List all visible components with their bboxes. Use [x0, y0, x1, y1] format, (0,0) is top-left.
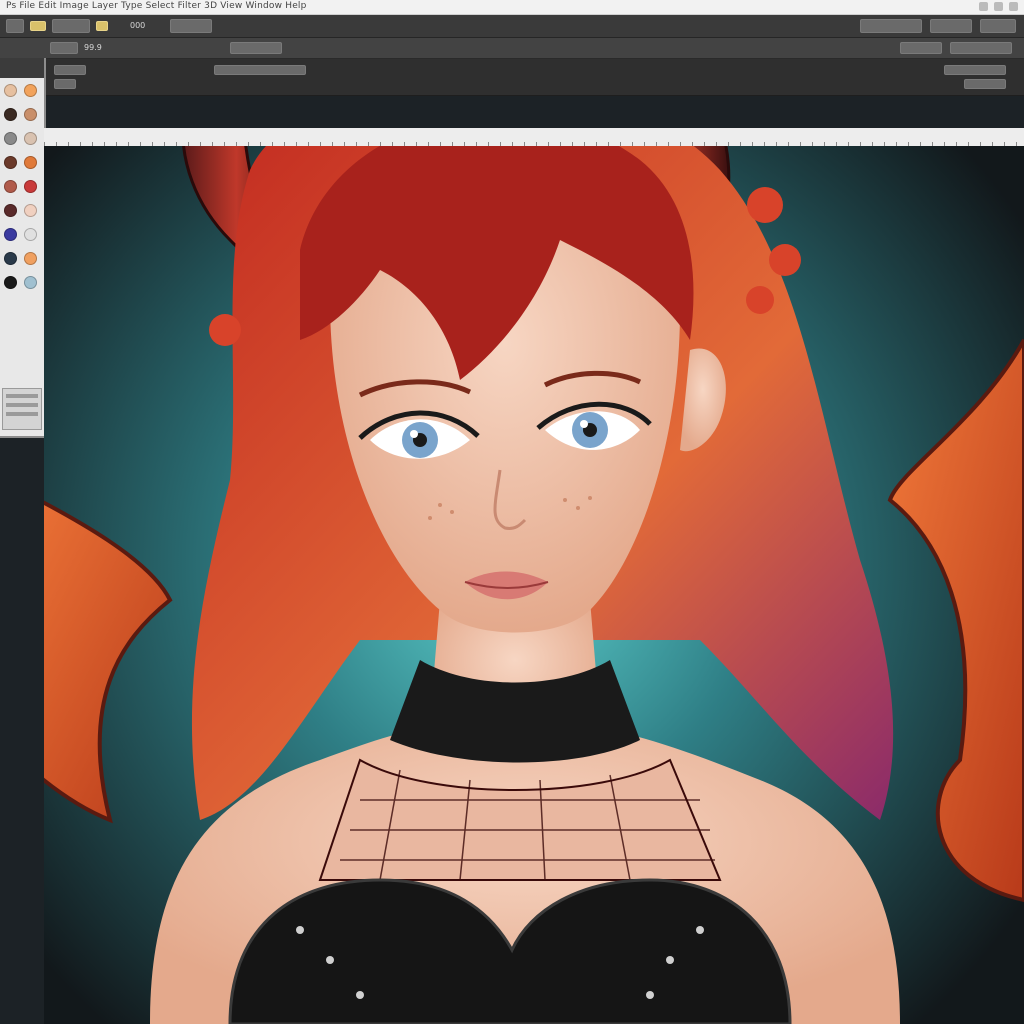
search-icon[interactable] [930, 19, 972, 33]
color-swatch[interactable] [4, 228, 17, 241]
color-swatch[interactable] [24, 204, 37, 217]
editor-window: Ps File Edit Image Layer Type Select Fil… [0, 0, 1024, 1024]
workspace-dropdown[interactable] [860, 19, 922, 33]
color-swatch[interactable] [4, 132, 17, 145]
brush-size-field[interactable] [50, 42, 78, 54]
swatches-panel [0, 58, 46, 438]
color-swatch[interactable] [24, 180, 37, 193]
color-swatch[interactable] [24, 156, 37, 169]
window-title: Ps File Edit Image Layer Type Select Fil… [6, 1, 307, 11]
arrange-button[interactable] [950, 42, 1012, 54]
share-button[interactable] [980, 19, 1016, 33]
color-swatch[interactable] [4, 252, 17, 265]
opacity-readout: 99.9 [84, 43, 102, 52]
flow-field[interactable] [230, 42, 282, 54]
panel-sliders[interactable] [2, 388, 42, 430]
color-swatch[interactable] [24, 84, 37, 97]
window-controls [979, 2, 1018, 11]
close-icon[interactable] [1009, 2, 1018, 11]
preset-dropdown[interactable] [52, 19, 90, 33]
folder-icon[interactable] [30, 21, 46, 31]
canvas[interactable] [44, 146, 1024, 1024]
document-tab-strip [44, 128, 1024, 147]
secondary-toolbar: 99.9 [0, 38, 1024, 59]
color-swatch[interactable] [4, 108, 17, 121]
mode-dropdown[interactable] [170, 19, 212, 33]
layers-strip [44, 59, 1024, 96]
panel-header [0, 58, 44, 78]
tool-preset-icon[interactable] [6, 19, 24, 33]
panel-menu-button[interactable] [944, 65, 1006, 75]
color-swatch[interactable] [24, 276, 37, 289]
minimize-icon[interactable] [979, 2, 988, 11]
maximize-icon[interactable] [994, 2, 1003, 11]
artwork-illustration [44, 146, 1024, 1024]
zoom-readout: 000 [130, 21, 146, 30]
color-swatch[interactable] [4, 276, 17, 289]
color-swatch[interactable] [24, 108, 37, 121]
color-swatch[interactable] [4, 156, 17, 169]
layer-thumb[interactable] [54, 65, 86, 75]
color-swatch[interactable] [4, 84, 17, 97]
color-swatch[interactable] [4, 180, 17, 193]
panel-options-button[interactable] [964, 79, 1006, 89]
color-swatch[interactable] [24, 252, 37, 265]
color-swatch[interactable] [4, 204, 17, 217]
options-bar: 000 [0, 15, 1024, 38]
layer-icon[interactable] [96, 21, 108, 31]
color-swatch[interactable] [24, 228, 37, 241]
layer-name-field[interactable] [214, 65, 306, 75]
title-bar: Ps File Edit Image Layer Type Select Fil… [0, 0, 1024, 15]
panel-toggle[interactable] [900, 42, 942, 54]
layer-thumb[interactable] [54, 79, 76, 89]
color-swatch[interactable] [24, 132, 37, 145]
